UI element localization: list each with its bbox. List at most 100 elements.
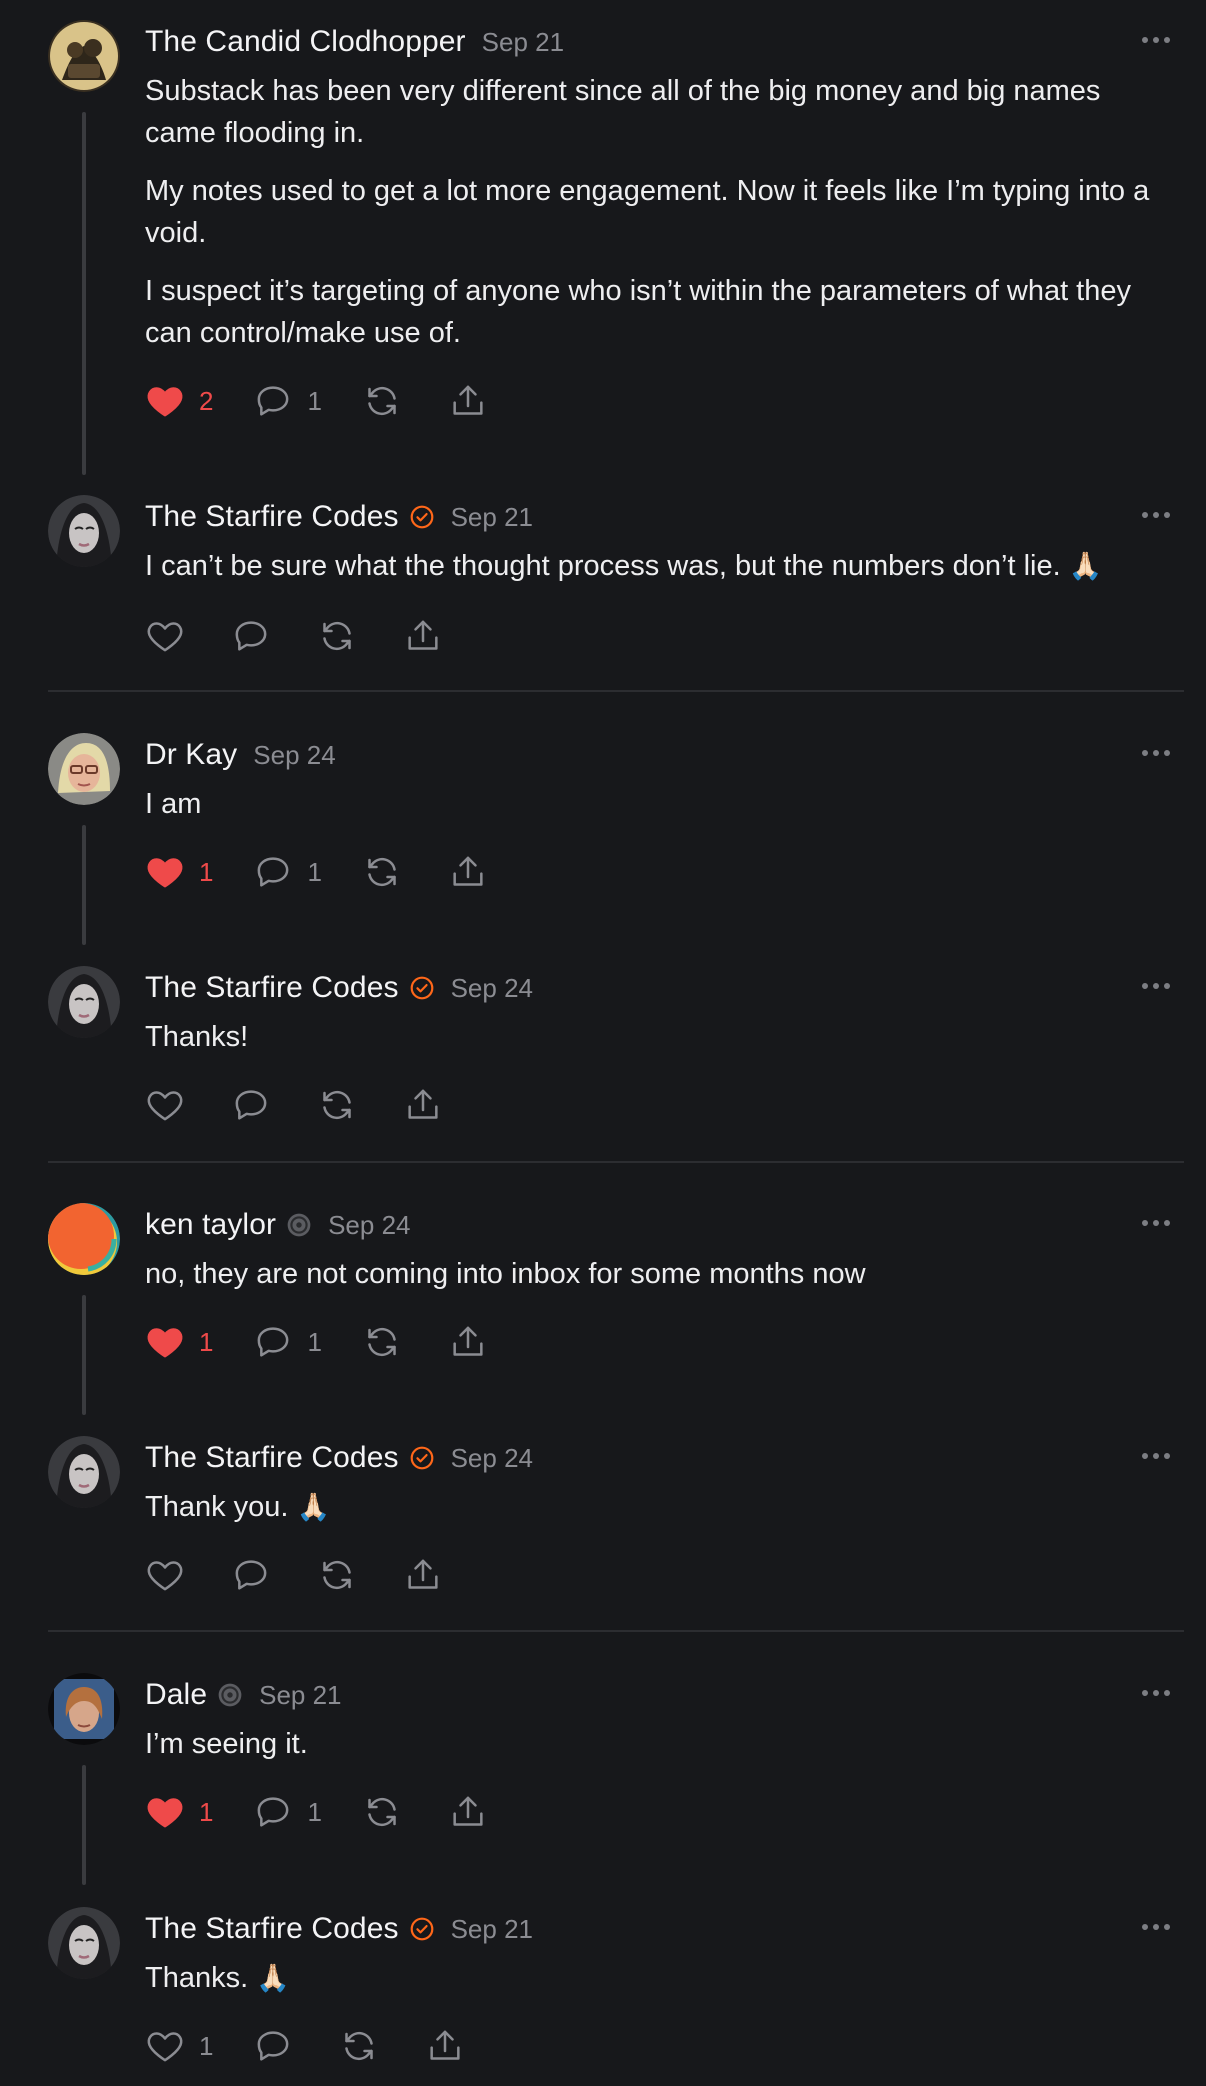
note-paragraph: I suspect it’s targeting of anyone who i… [145, 275, 1131, 349]
note-paragraph: I am [145, 788, 202, 820]
note-actions [145, 1554, 443, 1596]
note-date[interactable]: Sep 21 [451, 502, 533, 533]
restack-button[interactable] [362, 1322, 402, 1362]
note-header: Dale Sep 21 [145, 1673, 342, 1717]
note-item: The Starfire Codes Sep 21 I can’t be sure … [0, 495, 1206, 675]
comment-button[interactable] [231, 1085, 271, 1125]
note-date[interactable]: Sep 24 [451, 1443, 533, 1474]
like-button[interactable] [145, 616, 185, 656]
comment-button[interactable] [231, 616, 271, 656]
comment-button[interactable]: 1 [253, 381, 322, 421]
share-button[interactable] [448, 852, 488, 892]
note-paragraph: I can’t be sure what the thought process… [145, 550, 1103, 582]
more-options-icon[interactable] [1134, 1209, 1178, 1237]
author-name[interactable]: The Starfire Codes [145, 1441, 399, 1475]
pray-emoji: 🙏🏻 [296, 1492, 331, 1522]
restack-button[interactable] [317, 616, 357, 656]
comment-button[interactable]: 1 [253, 1322, 322, 1362]
verified-check-icon [409, 975, 435, 1001]
like-button[interactable]: 1 [145, 2026, 213, 2066]
comment-button[interactable] [231, 1555, 271, 1595]
like-count: 1 [199, 2030, 214, 2061]
avatar[interactable] [48, 1673, 120, 1745]
like-button[interactable]: 2 [145, 381, 213, 421]
author-name[interactable]: The Candid Clodhopper [145, 25, 466, 59]
note-body: I can’t be sure what the thought process… [145, 545, 1175, 603]
author-name[interactable]: Dale [145, 1678, 207, 1712]
like-button[interactable]: 1 [145, 1792, 213, 1832]
avatar[interactable] [48, 495, 120, 567]
note-body: Thanks. 🙏🏻 [145, 1957, 1175, 2015]
avatar[interactable] [48, 966, 120, 1038]
restack-icon [368, 386, 396, 416]
comment-icon [258, 1327, 289, 1357]
restack-button[interactable] [362, 1792, 402, 1832]
note-date[interactable]: Sep 21 [259, 1680, 341, 1711]
comment-button[interactable] [253, 2026, 293, 2066]
subscriber-badge-icon [286, 1212, 312, 1238]
like-button[interactable] [145, 1555, 185, 1595]
restack-button[interactable] [362, 852, 402, 892]
author-name[interactable]: The Starfire Codes [145, 500, 399, 534]
restack-button[interactable] [339, 2026, 379, 2066]
avatar[interactable] [48, 1203, 120, 1275]
like-button[interactable] [145, 1085, 185, 1125]
note-date[interactable]: Sep 21 [451, 1914, 533, 1945]
share-button[interactable] [403, 1555, 443, 1595]
restack-button[interactable] [362, 381, 402, 421]
note-actions [145, 615, 443, 657]
restack-button[interactable] [317, 1555, 357, 1595]
note-date[interactable]: Sep 24 [253, 740, 335, 771]
like-count: 1 [199, 856, 214, 887]
like-count: 2 [199, 385, 214, 416]
avatar[interactable] [48, 733, 120, 805]
note-date[interactable]: Sep 24 [328, 1210, 410, 1241]
comment-icon [258, 386, 289, 416]
author-name[interactable]: The Starfire Codes [145, 971, 399, 1005]
more-options-icon[interactable] [1134, 972, 1178, 1000]
more-options-icon[interactable] [1134, 1679, 1178, 1707]
like-button[interactable]: 1 [145, 852, 213, 892]
more-options-icon[interactable] [1134, 501, 1178, 529]
comment-button[interactable]: 1 [253, 852, 322, 892]
note-body: Thanks! [145, 1016, 1175, 1074]
more-options-icon[interactable] [1134, 739, 1178, 767]
note-body: Thank you. 🙏🏻 [145, 1486, 1175, 1544]
author-name[interactable]: The Starfire Codes [145, 1912, 399, 1946]
share-icon [453, 385, 483, 415]
share-icon [453, 1796, 483, 1826]
verified-check-icon [409, 504, 435, 530]
heart-icon [147, 387, 183, 417]
comment-button[interactable]: 1 [253, 1792, 322, 1832]
share-icon [408, 620, 438, 650]
note-body: no, they are not coming into inbox for s… [145, 1253, 1175, 1311]
thread-divider [48, 690, 1184, 692]
more-options-icon[interactable] [1134, 1913, 1178, 1941]
share-icon [408, 1089, 438, 1119]
comment-count: 1 [307, 1796, 322, 1827]
more-options-icon[interactable] [1134, 26, 1178, 54]
share-button[interactable] [403, 616, 443, 656]
share-button[interactable] [448, 1322, 488, 1362]
note-item: The Starfire Codes Sep 24 Thank you. 🙏🏻 [0, 1436, 1206, 1614]
like-button[interactable]: 1 [145, 1322, 213, 1362]
share-button[interactable] [425, 2026, 465, 2066]
note-actions: 11 [145, 1791, 488, 1833]
share-button[interactable] [403, 1085, 443, 1125]
note-date[interactable]: Sep 24 [451, 973, 533, 1004]
note-paragraph: no, they are not coming into inbox for s… [145, 1258, 866, 1290]
avatar[interactable] [48, 20, 120, 92]
share-button[interactable] [448, 381, 488, 421]
note-body: I am [145, 783, 1175, 841]
avatar[interactable] [48, 1436, 120, 1508]
heart-icon [147, 1091, 183, 1121]
author-name[interactable]: Dr Kay [145, 738, 237, 772]
thread-divider [48, 1630, 1184, 1632]
author-name[interactable]: ken taylor [145, 1208, 276, 1242]
restack-button[interactable] [317, 1085, 357, 1125]
note-paragraph: My notes used to get a lot more engageme… [145, 175, 1150, 249]
note-date[interactable]: Sep 21 [482, 27, 564, 58]
more-options-icon[interactable] [1134, 1442, 1178, 1470]
share-button[interactable] [448, 1792, 488, 1832]
avatar[interactable] [48, 1907, 120, 1979]
